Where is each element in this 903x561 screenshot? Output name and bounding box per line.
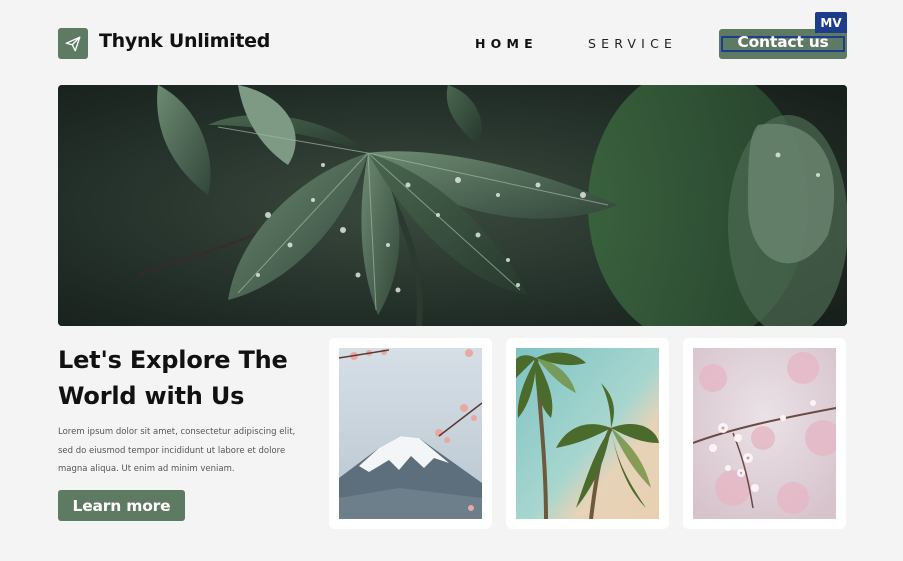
contact-us-button[interactable]: Contact us xyxy=(719,29,847,59)
contact-us-label: Contact us xyxy=(737,33,829,51)
page-headline: Let's Explore The World with Us xyxy=(58,342,318,414)
leaves-photo xyxy=(58,85,847,326)
palm-trees-photo xyxy=(516,348,659,519)
gallery-card-palms[interactable] xyxy=(506,338,669,529)
mv-badge[interactable]: MV xyxy=(815,12,847,33)
brand-name[interactable]: Thynk Unlimited xyxy=(99,30,270,52)
headline-line-2: World with Us xyxy=(58,382,245,410)
mount-fuji-photo xyxy=(339,348,482,519)
intro-paragraph: Lorem ipsum dolor sit amet, consectetur … xyxy=(58,427,296,474)
cherry-blossom-photo xyxy=(693,348,836,519)
hero-image xyxy=(58,85,847,326)
learn-more-button[interactable]: Learn more xyxy=(58,490,185,521)
nav-service[interactable]: SERVICE xyxy=(588,36,677,51)
logo[interactable] xyxy=(58,28,88,59)
gallery-card-blossom[interactable] xyxy=(683,338,846,529)
nav-home[interactable]: HOME xyxy=(475,36,538,51)
paper-plane-icon xyxy=(65,36,81,51)
gallery-card-fuji[interactable] xyxy=(329,338,492,529)
headline-line-1: Let's Explore The xyxy=(58,346,288,374)
